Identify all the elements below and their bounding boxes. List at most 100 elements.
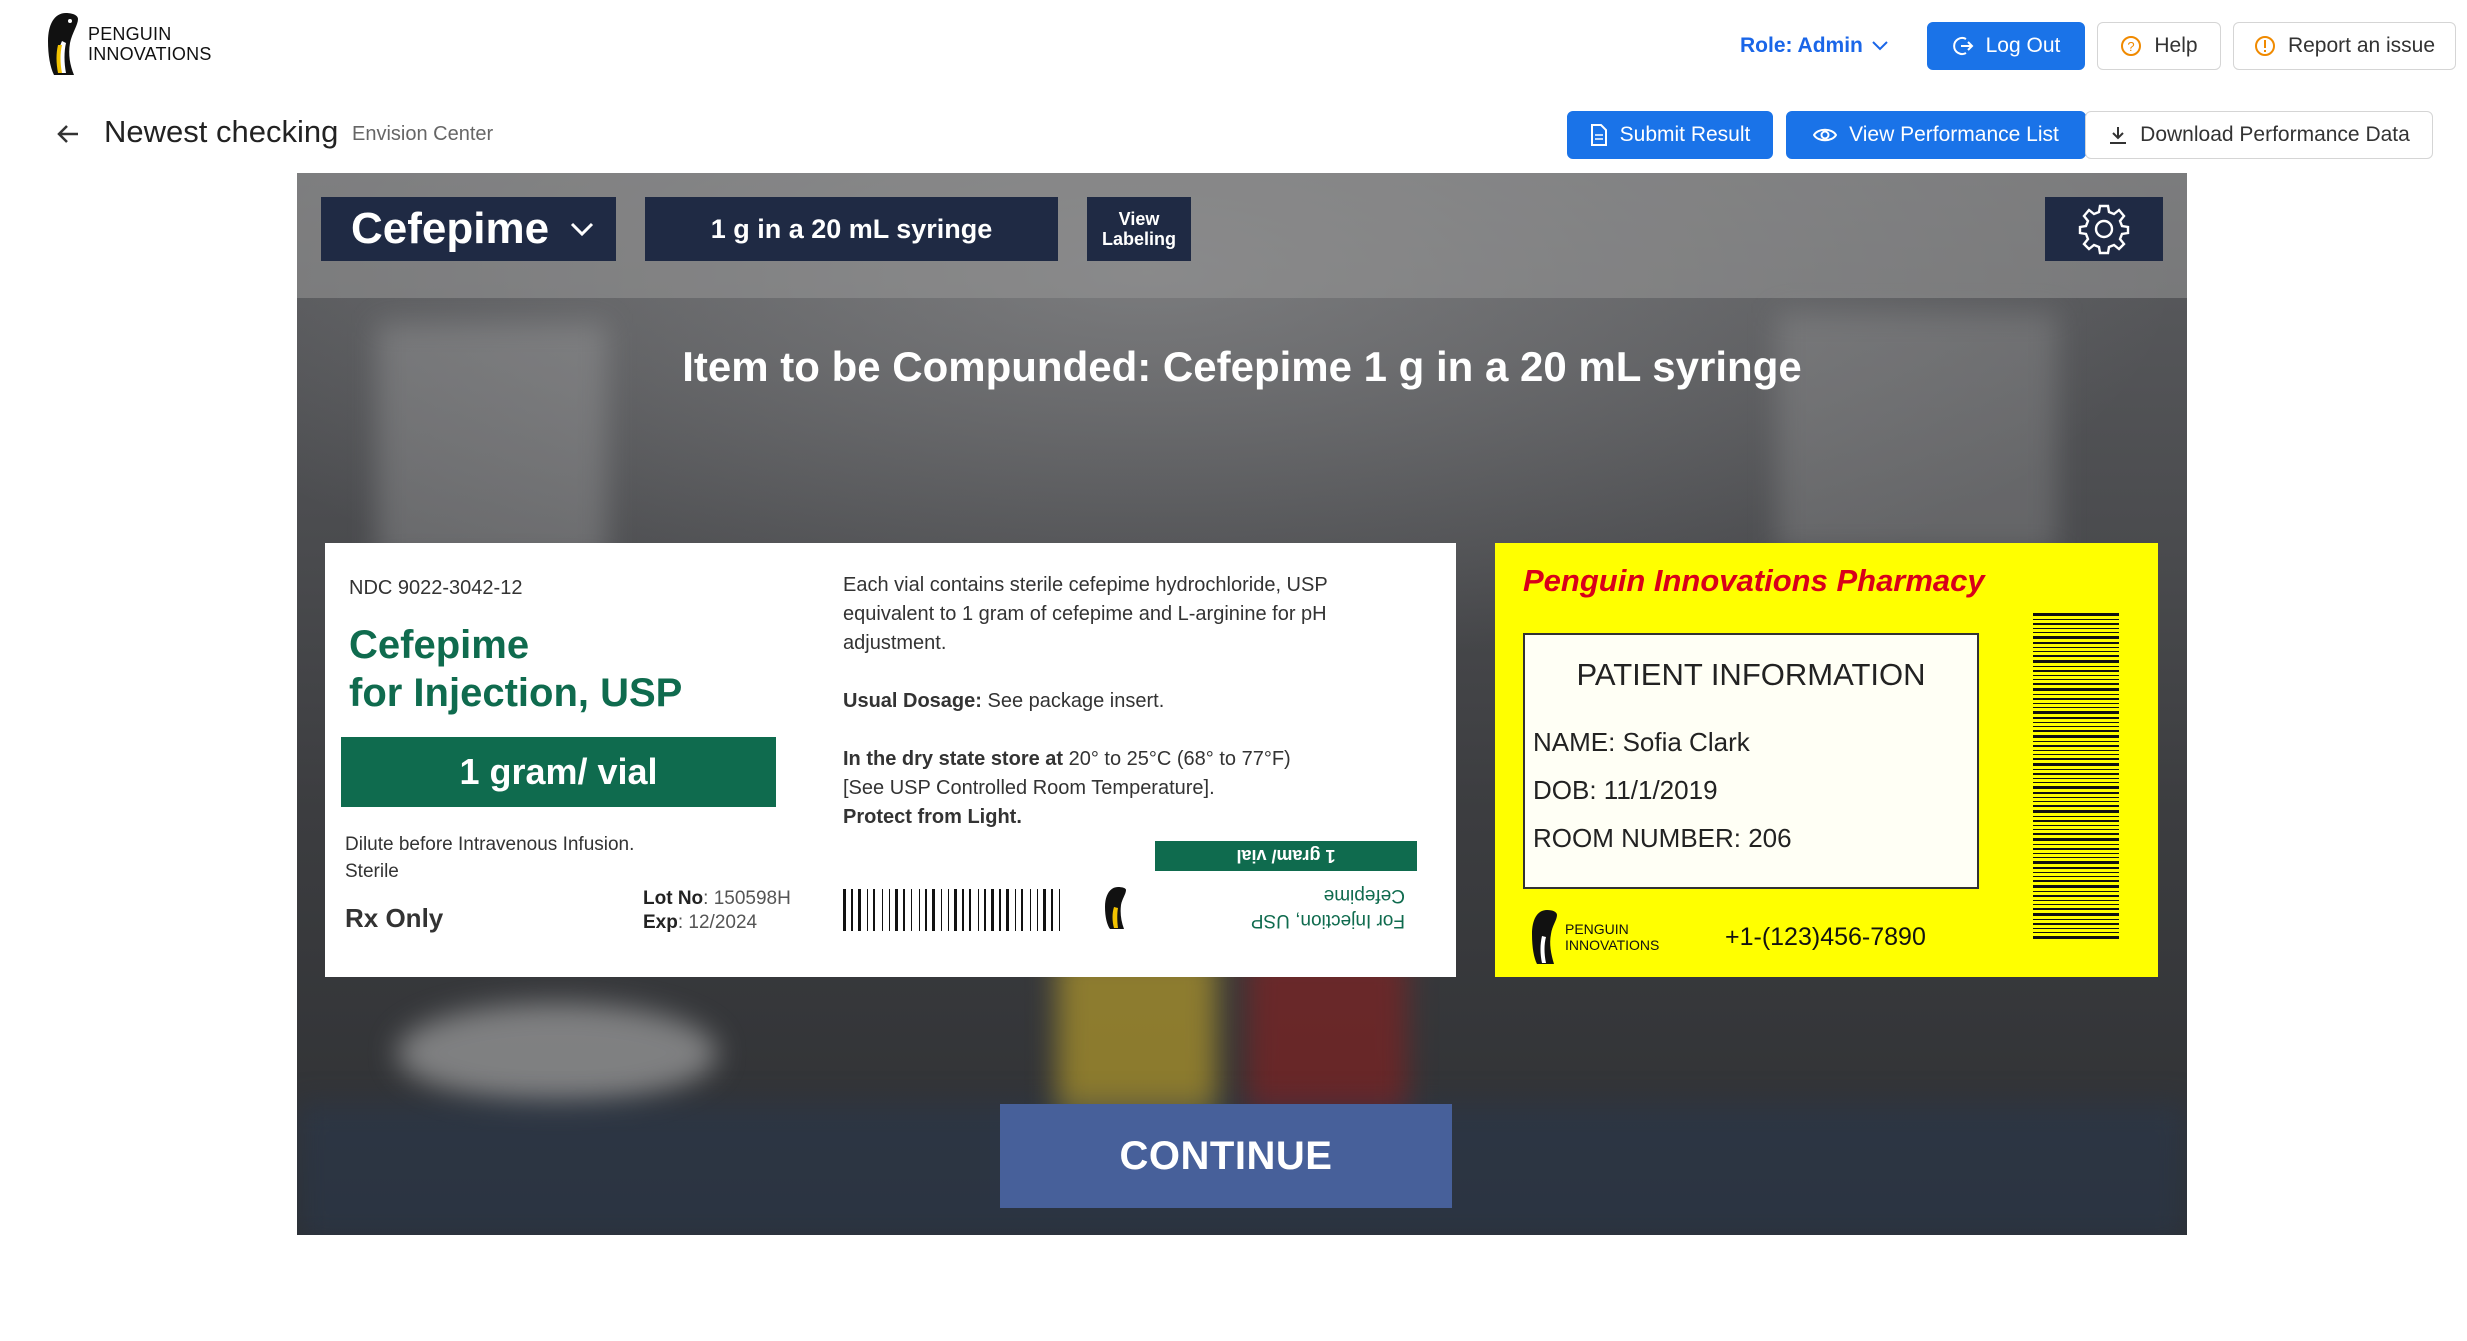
barcode-bar bbox=[2033, 885, 2119, 888]
flipped-strength-banner: 1 gram/ vial bbox=[1155, 841, 1417, 871]
submit-result-label: Submit Result bbox=[1619, 123, 1751, 146]
download-performance-button[interactable]: Download Performance Data bbox=[2085, 111, 2433, 159]
brand-logo[interactable]: PENGUIN INNOVATIONS bbox=[44, 10, 212, 78]
barcode-bar bbox=[1059, 889, 1060, 931]
barcode-bar bbox=[911, 889, 912, 931]
logout-label: Log Out bbox=[1985, 34, 2061, 57]
drug-name: Cefepime for Injection, USP bbox=[349, 621, 682, 717]
barcode-bar bbox=[2033, 895, 2119, 897]
barcode-bar bbox=[858, 889, 861, 931]
dilute-line2: Sterile bbox=[345, 861, 399, 882]
barcode-bar bbox=[991, 889, 994, 931]
barcode-bar bbox=[2033, 707, 2119, 708]
report-issue-button[interactable]: Report an issue bbox=[2233, 22, 2456, 70]
role-dropdown[interactable]: Role: Admin bbox=[1740, 28, 1889, 64]
pharmacy-label[interactable]: Penguin Innovations Pharmacy PATIENT INF… bbox=[1495, 543, 2158, 977]
pharmacy-logo-line2: INNOVATIONS bbox=[1565, 937, 1660, 953]
barcode-bar bbox=[2033, 679, 2119, 680]
barcode-bar bbox=[2033, 838, 2119, 841]
barcode-bar bbox=[2033, 928, 2119, 929]
barcode-bar bbox=[2033, 820, 2119, 822]
barcode-bar bbox=[889, 889, 890, 931]
barcode-bar bbox=[2033, 670, 2119, 672]
barcode-bar bbox=[2033, 717, 2119, 719]
barcode-bar bbox=[2033, 703, 2119, 704]
barcode-bar bbox=[2033, 619, 2119, 620]
usual-dosage: Usual Dosage: See package insert. bbox=[843, 687, 1363, 716]
barcode-bar bbox=[2033, 632, 2119, 633]
barcode-bar bbox=[895, 889, 898, 931]
logout-button[interactable]: Log Out bbox=[1927, 22, 2085, 70]
pharmacy-logo: PENGUIN INNOVATIONS bbox=[1529, 908, 1659, 966]
barcode-bar bbox=[962, 889, 964, 931]
barcode-bar bbox=[2033, 675, 2119, 676]
file-icon bbox=[1590, 124, 1607, 146]
barcode-bar bbox=[2033, 651, 2119, 652]
info-circle-icon bbox=[2254, 36, 2275, 56]
view-labeling-label: View Labeling bbox=[1101, 209, 1176, 249]
exp-label: Exp bbox=[643, 912, 678, 933]
gear-icon bbox=[2078, 204, 2130, 255]
barcode-bar bbox=[2033, 741, 2119, 742]
barcode-bar bbox=[984, 889, 986, 931]
barcode-bar bbox=[903, 889, 905, 931]
barcode-bar bbox=[2033, 805, 2119, 807]
view-performance-label: View Performance List bbox=[1849, 123, 2059, 146]
lot-exp: Lot No: 150598H Exp: 12/2024 bbox=[643, 887, 791, 935]
eye-icon bbox=[1813, 128, 1838, 142]
download-performance-label: Download Performance Data bbox=[2140, 123, 2410, 146]
vial-barcode-icon bbox=[843, 889, 1060, 931]
flipped-drug-text: For Injection, USP Cefepime bbox=[1185, 883, 1405, 933]
settings-button[interactable] bbox=[2045, 197, 2163, 261]
lot-value: : 150598H bbox=[703, 888, 791, 909]
barcode-bar bbox=[1021, 889, 1023, 931]
barcode-bar bbox=[2033, 825, 2119, 826]
help-button[interactable]: ? Help bbox=[2097, 22, 2221, 70]
chevron-down-icon bbox=[1872, 41, 1888, 51]
barcode-bar bbox=[2033, 792, 2119, 794]
barcode-bar bbox=[925, 889, 927, 931]
continue-button[interactable]: CONTINUE bbox=[1000, 1104, 1452, 1208]
barcode-bar bbox=[932, 889, 935, 931]
drug-select-dropdown[interactable]: Cefepime bbox=[321, 197, 616, 261]
dilute-line1: Dilute before Intravenous Infusion. bbox=[345, 834, 635, 855]
barcode-bar bbox=[2033, 726, 2119, 727]
submit-result-button[interactable]: Submit Result bbox=[1567, 111, 1773, 159]
pharmacy-logo-line1: PENGUIN bbox=[1565, 921, 1629, 937]
barcode-bar bbox=[999, 889, 1001, 931]
dilute-note: Dilute before Intravenous Infusion. Ster… bbox=[345, 831, 634, 885]
flipped-line2: Cefepime bbox=[1323, 885, 1405, 906]
barcode-bar bbox=[2033, 919, 2119, 920]
barcode-bar bbox=[2033, 848, 2119, 850]
barcode-bar bbox=[2033, 872, 2119, 873]
vial-contents: Each vial contains sterile cefepime hydr… bbox=[843, 574, 1328, 654]
patient-dob: DOB: 11/1/2019 bbox=[1533, 775, 1718, 805]
question-circle-icon: ? bbox=[2121, 36, 2142, 56]
simulation-viewer[interactable]: Cefepime 1 g in a 20 mL syringe View Lab… bbox=[297, 173, 2187, 1235]
vial-label[interactable]: NDC 9022-3042-12 Cefepime for Injection,… bbox=[325, 543, 1456, 977]
barcode-bar bbox=[2033, 904, 2119, 905]
arrow-left-icon[interactable] bbox=[52, 118, 84, 150]
barcode-bar bbox=[843, 889, 846, 931]
protect-from-light: Protect from Light. bbox=[843, 806, 1022, 828]
barcode-bar bbox=[2033, 797, 2119, 798]
barcode-bar bbox=[2033, 923, 2119, 925]
view-performance-button[interactable]: View Performance List bbox=[1786, 111, 2086, 159]
view-labeling-button[interactable]: View Labeling bbox=[1087, 197, 1191, 261]
barcode-bar bbox=[2033, 735, 2119, 738]
page-subtitle: Envision Center bbox=[352, 123, 494, 145]
storage-bold: In the dry state store at bbox=[843, 748, 1064, 770]
exp-value: : 12/2024 bbox=[677, 912, 758, 933]
barcode-bar bbox=[2033, 801, 2119, 802]
item-to-compound-heading: Item to be Compunded: Cefepime 1 g in a … bbox=[682, 343, 1802, 390]
barcode-bar bbox=[2033, 876, 2119, 877]
rx-only: Rx Only bbox=[345, 903, 444, 933]
barcode-bar bbox=[2033, 786, 2119, 789]
barcode-bar bbox=[2033, 844, 2119, 845]
barcode-bar bbox=[2033, 936, 2119, 939]
barcode-bar bbox=[1006, 889, 1009, 931]
brand-line2: INNOVATIONS bbox=[88, 44, 212, 64]
barcode-bar bbox=[941, 889, 942, 931]
barcode-bar bbox=[2033, 623, 2119, 625]
dose-display[interactable]: 1 g in a 20 mL syringe bbox=[645, 197, 1058, 261]
